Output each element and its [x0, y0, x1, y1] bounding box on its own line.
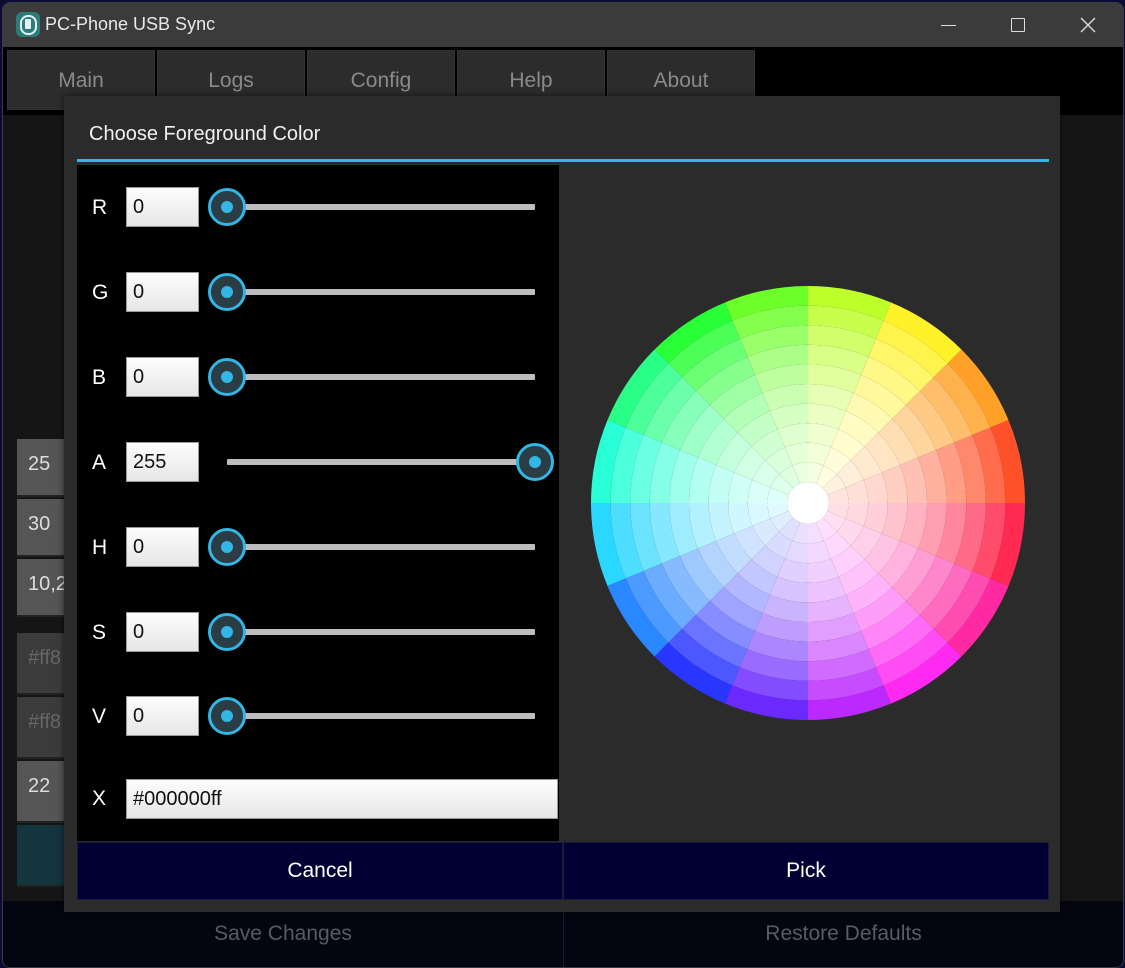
thumb-dot-icon: [221, 626, 233, 638]
channel-label-g: G: [92, 281, 109, 304]
slider-track-g[interactable]: [227, 289, 535, 295]
slider-track-a[interactable]: [227, 459, 535, 465]
cancel-button[interactable]: Cancel: [77, 842, 563, 900]
close-button[interactable]: [1053, 3, 1123, 47]
maximize-button[interactable]: [983, 3, 1053, 47]
slider-track-r[interactable]: [227, 204, 535, 210]
thumb-dot-icon: [221, 201, 233, 213]
slider-thumb-a[interactable]: [516, 443, 554, 481]
wheel-center-white[interactable]: [787, 482, 829, 524]
maximize-icon: [1011, 18, 1025, 32]
slider-thumb-v[interactable]: [208, 697, 246, 735]
channel-label-h: H: [92, 536, 108, 559]
channel-input-r[interactable]: 0: [126, 187, 199, 227]
thumb-dot-icon: [529, 456, 541, 468]
channel-label-a: A: [92, 451, 107, 474]
slider-track-h[interactable]: [227, 544, 535, 550]
hex-input[interactable]: #000000ff: [126, 779, 558, 819]
color-wheel[interactable]: [591, 286, 1025, 720]
hex-label: X: [92, 787, 107, 810]
title-bar: PC-Phone USB Sync: [3, 3, 1123, 47]
slider-thumb-r[interactable]: [208, 188, 246, 226]
thumb-dot-icon: [221, 371, 233, 383]
color-picker-dialog: Choose Foreground Color R 0 G 0 B 0 A 255 H 0 S 0 V 0…: [64, 96, 1060, 912]
channel-input-v[interactable]: 0: [126, 696, 199, 736]
slider-track-s[interactable]: [227, 629, 535, 635]
thumb-dot-icon: [221, 541, 233, 553]
channel-label-s: S: [92, 621, 107, 644]
channel-input-s[interactable]: 0: [126, 612, 199, 652]
title-divider: [77, 159, 1049, 162]
channel-input-h[interactable]: 0: [126, 527, 199, 567]
slider-track-b[interactable]: [227, 374, 535, 380]
thumb-dot-icon: [221, 286, 233, 298]
slider-thumb-h[interactable]: [208, 528, 246, 566]
slider-thumb-s[interactable]: [208, 613, 246, 651]
channel-label-r: R: [92, 196, 108, 219]
channel-input-g[interactable]: 0: [126, 272, 199, 312]
close-icon: [1080, 17, 1096, 33]
channel-label-v: V: [92, 705, 107, 728]
slider-thumb-b[interactable]: [208, 358, 246, 396]
slider-track-v[interactable]: [227, 713, 535, 719]
minimize-button[interactable]: [913, 3, 983, 47]
dialog-title: Choose Foreground Color: [89, 123, 321, 145]
thumb-dot-icon: [221, 710, 233, 722]
channel-panel: R 0 G 0 B 0 A 255 H 0 S 0 V 0 X #000000ff: [77, 165, 559, 841]
channel-input-a[interactable]: 255: [126, 442, 199, 482]
pick-button[interactable]: Pick: [563, 842, 1049, 900]
window-title: PC-Phone USB Sync: [45, 14, 216, 34]
minimize-icon: [940, 24, 956, 26]
channel-input-b[interactable]: 0: [126, 357, 199, 397]
slider-thumb-g[interactable]: [208, 273, 246, 311]
app-logo-icon: [16, 12, 40, 37]
channel-label-b: B: [92, 366, 107, 389]
